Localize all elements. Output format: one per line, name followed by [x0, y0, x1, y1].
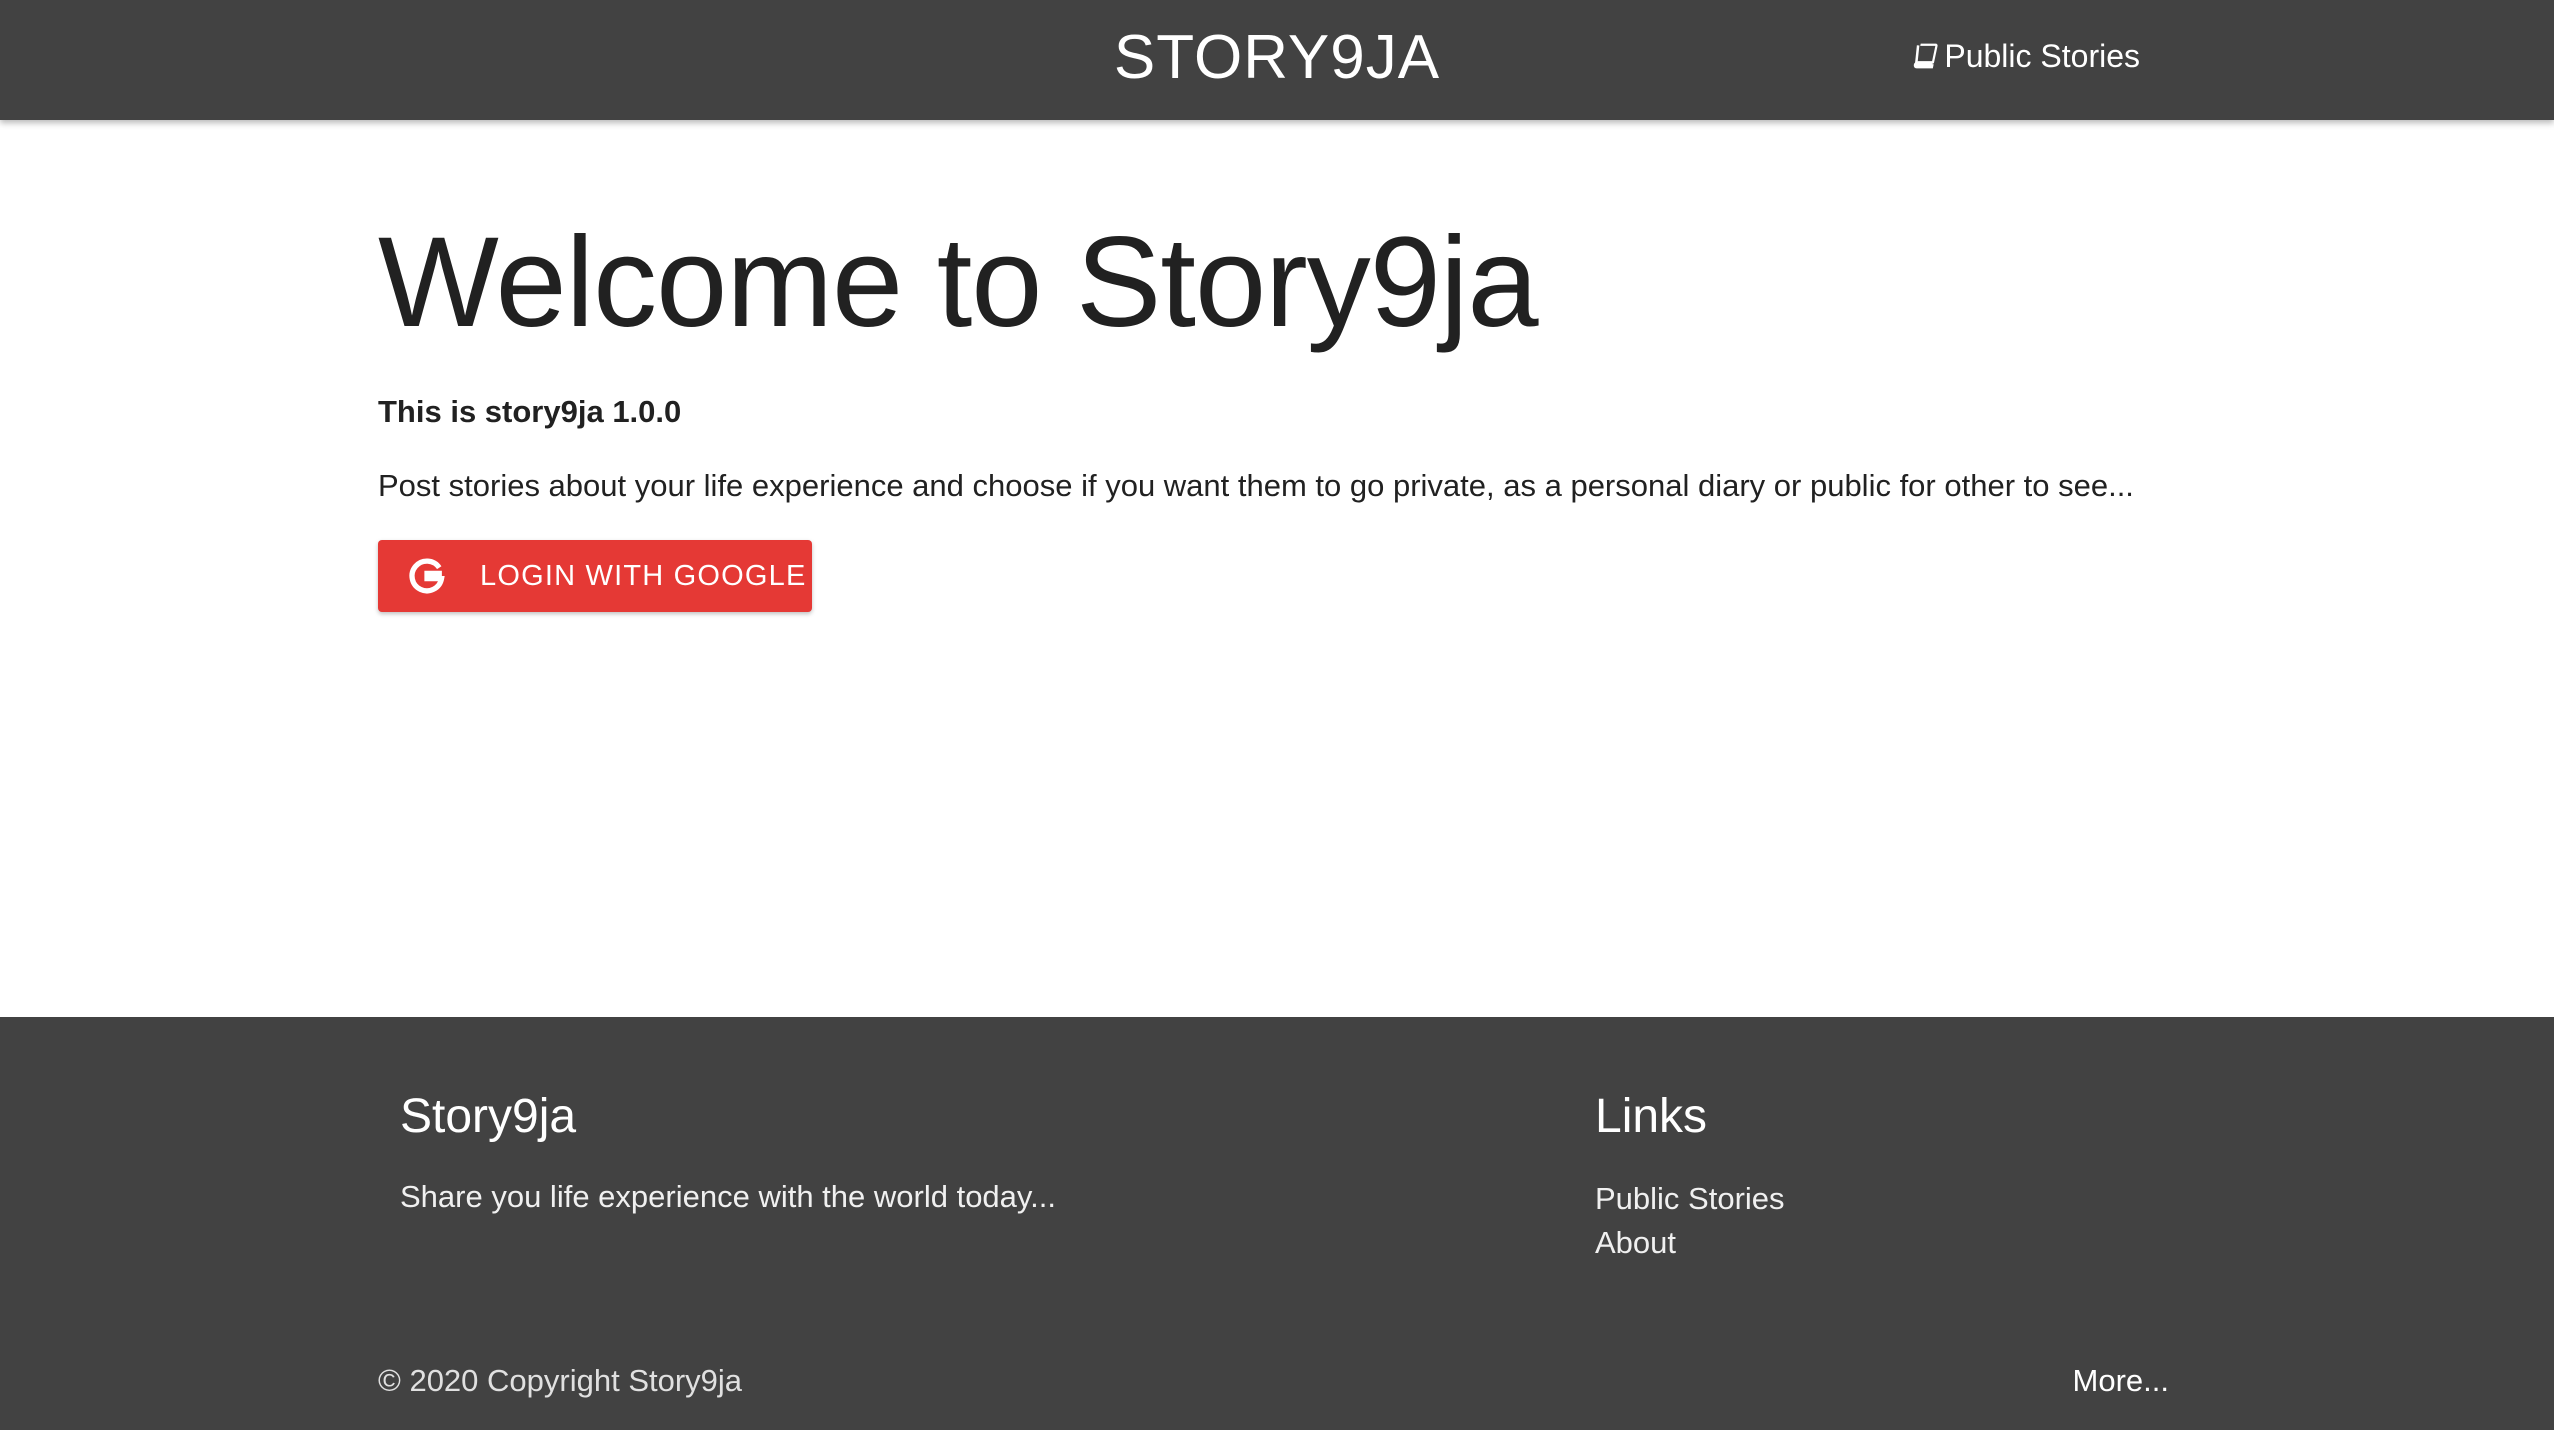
footer-more-link[interactable]: More...: [2073, 1361, 2169, 1401]
copyright-text: © 2020 Copyright Story9ja: [378, 1363, 743, 1398]
footer-links-title: Links: [1595, 1090, 1708, 1143]
footer-link-item: Public Stories: [1595, 1177, 1785, 1221]
footer-links-list: Public Stories About: [1595, 1177, 1785, 1265]
page: STORY9JA Public Stories Welcome to Story…: [0, 0, 2554, 1430]
page-footer: Story9ja Share you life experience with …: [0, 1017, 2554, 1430]
footer-link-about[interactable]: About: [1595, 1225, 1676, 1260]
page-title: Welcome to Story9ja: [378, 211, 1539, 354]
footer-link-public-stories[interactable]: Public Stories: [1595, 1181, 1785, 1216]
nav-public-stories-label: Public Stories: [1944, 37, 2140, 74]
footer-brand: Story9ja: [400, 1090, 577, 1143]
description-text: Post stories about your life experience …: [378, 468, 2134, 503]
top-navbar: STORY9JA Public Stories: [0, 0, 2554, 120]
footer-tagline: Share you life experience with the world…: [400, 1179, 1056, 1214]
login-with-google-label: LOGIN WITH GOOGLE: [480, 559, 807, 592]
login-with-google-button[interactable]: LOGIN WITH GOOGLE: [378, 540, 812, 612]
nav-public-stories-link[interactable]: Public Stories: [1910, 30, 2140, 82]
book-icon: [1914, 43, 1938, 69]
version-text: This is story9ja 1.0.0: [378, 394, 682, 429]
footer-link-item: About: [1595, 1221, 1785, 1265]
brand-logo-link[interactable]: STORY9JA: [0, 18, 2554, 98]
google-icon: [409, 558, 445, 594]
